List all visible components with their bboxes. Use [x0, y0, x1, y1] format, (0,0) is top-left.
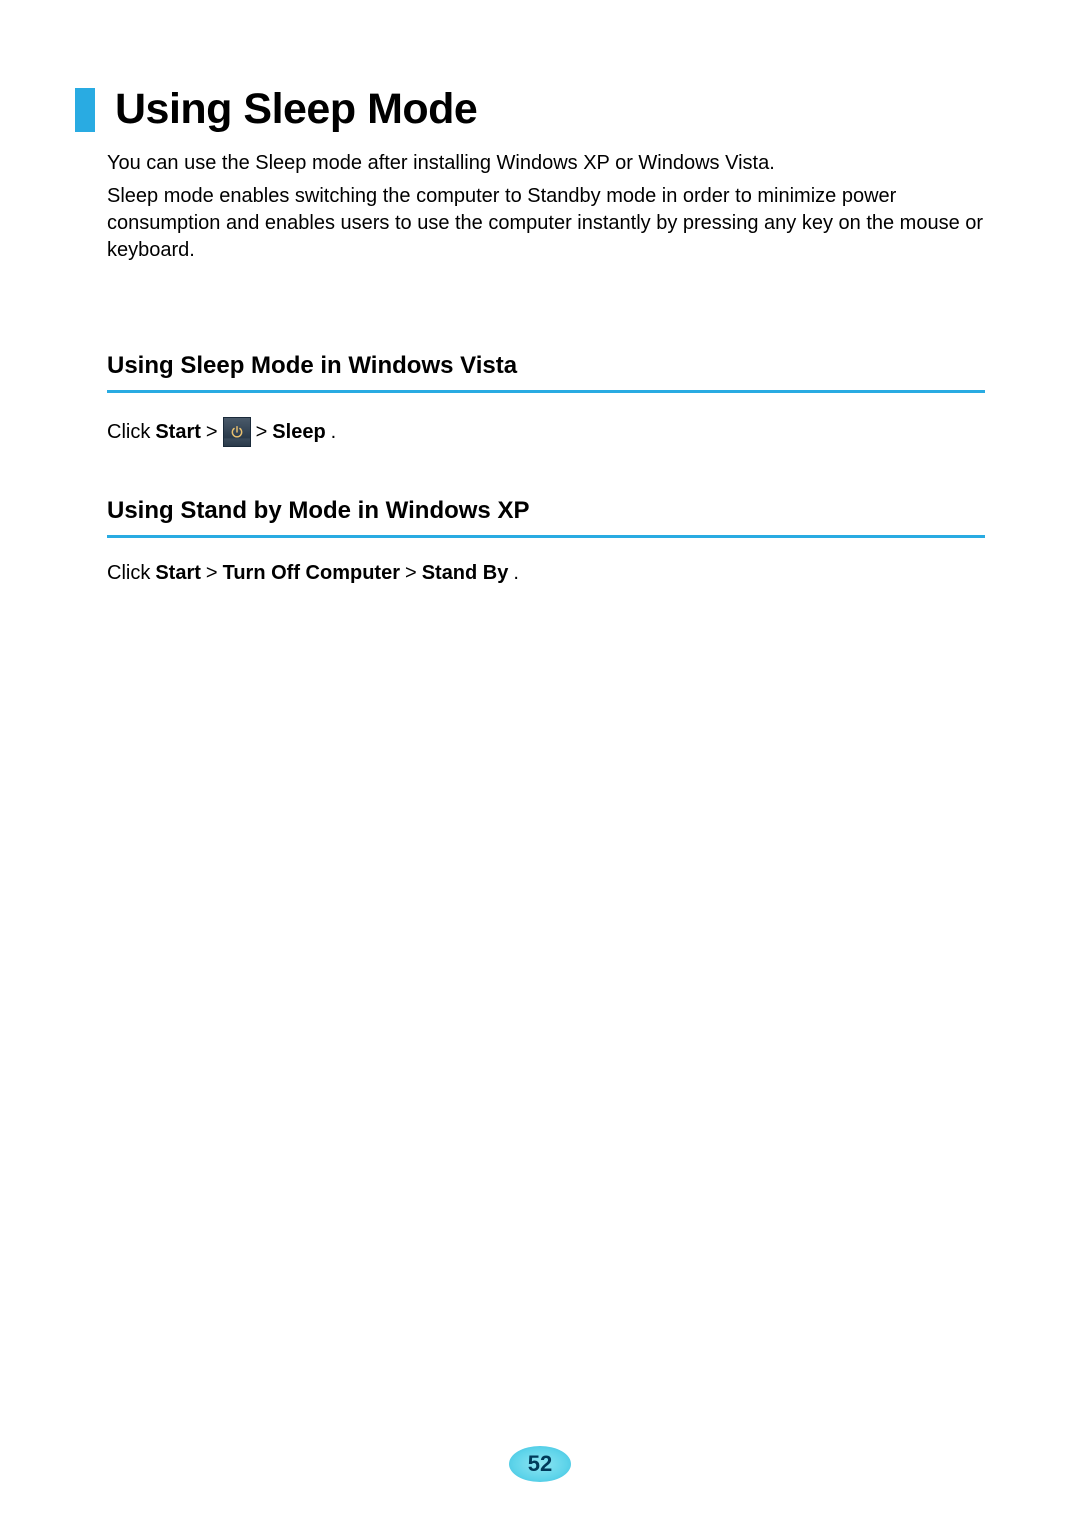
power-button-icon: [223, 417, 251, 447]
text-period: .: [331, 421, 337, 444]
text-start: Start: [155, 421, 201, 444]
text-click: Click: [107, 562, 150, 585]
vista-instruction: Click Start > > Sleep .: [107, 417, 985, 447]
text-sleep: Sleep: [272, 421, 325, 444]
text-gt2: >: [256, 421, 268, 444]
xp-instruction: Click Start > Turn Off Computer > Stand …: [107, 562, 985, 585]
page-title: Using Sleep Mode: [115, 85, 477, 134]
section-heading-xp: Using Stand by Mode in Windows XP: [107, 497, 985, 525]
text-turnoff: Turn Off Computer: [223, 562, 400, 585]
page-number-oval: 52: [509, 1446, 571, 1482]
text-period: .: [513, 562, 519, 585]
section-rule: [107, 535, 985, 538]
section-vista: Using Sleep Mode in Windows Vista Click …: [107, 352, 985, 447]
intro-paragraph-1: You can use the Sleep mode after install…: [107, 150, 985, 177]
text-start: Start: [155, 562, 201, 585]
page-number: 52: [528, 1451, 552, 1477]
text-gt2: >: [405, 562, 417, 585]
text-standby: Stand By: [422, 562, 509, 585]
text-click: Click: [107, 421, 150, 444]
section-xp: Using Stand by Mode in Windows XP Click …: [107, 497, 985, 585]
text-gt1: >: [206, 562, 218, 585]
page-number-container: 52: [509, 1446, 571, 1482]
section-rule: [107, 390, 985, 393]
text-gt1: >: [206, 421, 218, 444]
title-accent-bar: [75, 88, 95, 132]
section-heading-vista: Using Sleep Mode in Windows Vista: [107, 352, 985, 380]
intro-paragraph-2: Sleep mode enables switching the compute…: [107, 183, 985, 264]
title-row: Using Sleep Mode: [75, 85, 985, 134]
